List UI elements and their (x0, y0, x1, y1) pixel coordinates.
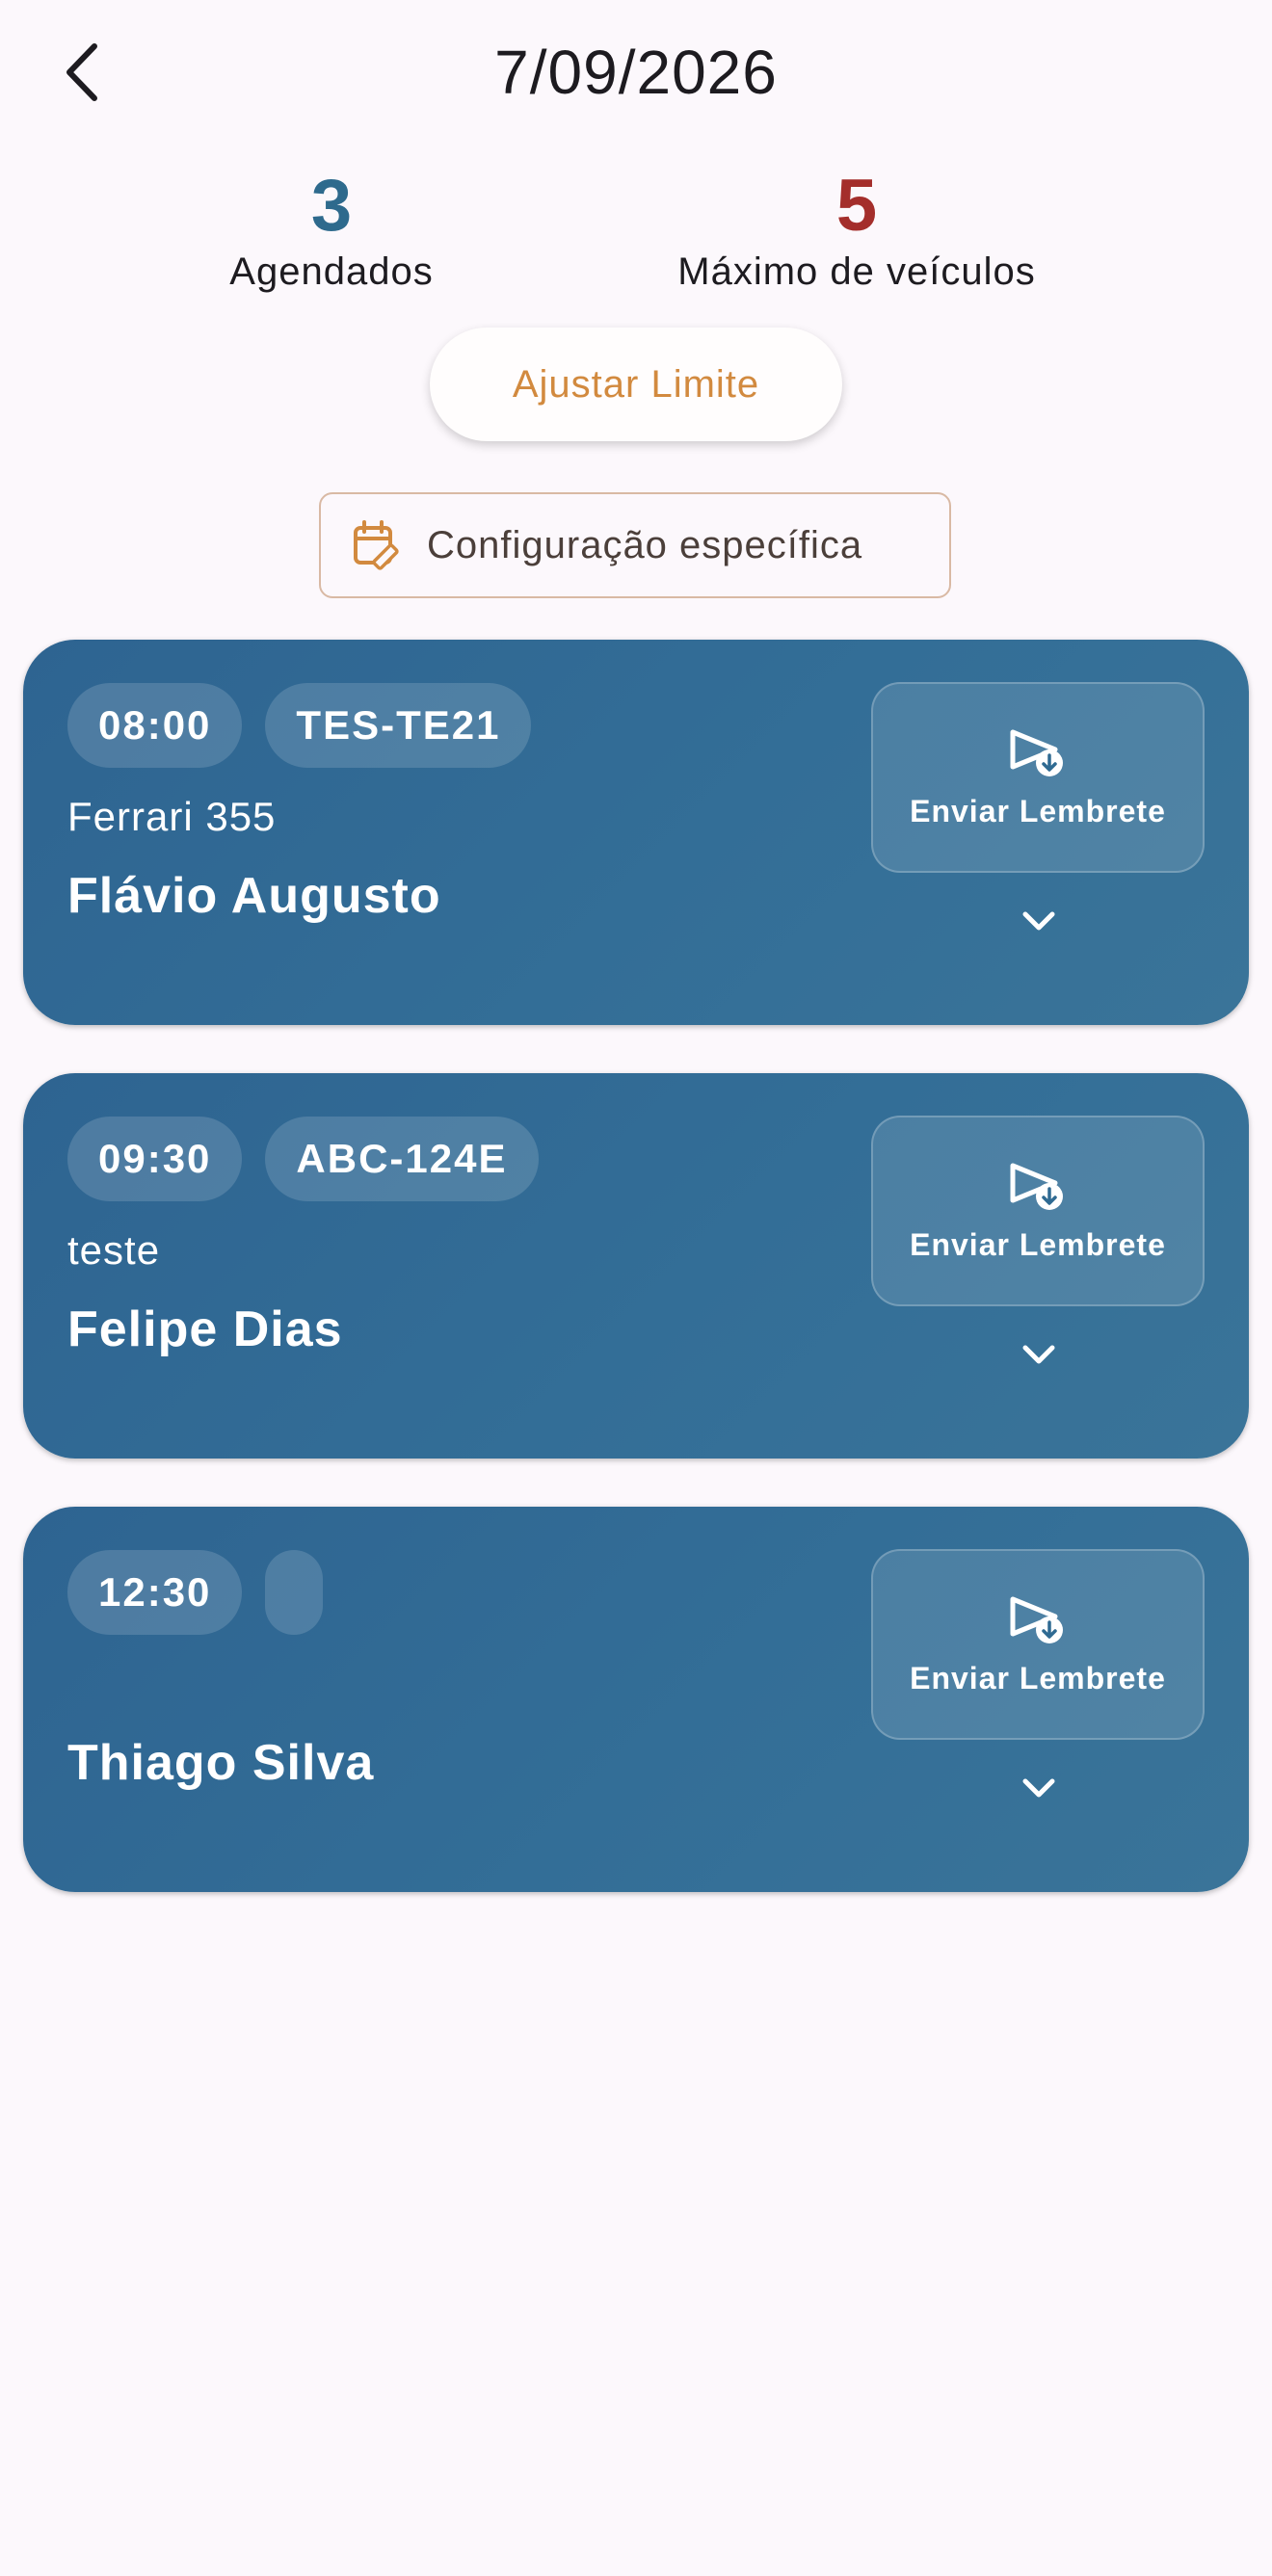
car-model: Ferrari 355 (67, 794, 277, 839)
expand-button[interactable] (1006, 892, 1072, 950)
time-chip: 08:00 (67, 683, 243, 768)
max-vehicles-stat: 5 Máximo de veículos (677, 162, 1035, 294)
calendar-edit-icon (352, 519, 400, 571)
specific-config-button[interactable]: Configuração específica (319, 492, 951, 598)
expand-button[interactable] (1006, 1759, 1072, 1817)
plate-chip: ABC-124E (265, 1117, 539, 1201)
page-title: 7/09/2026 (494, 38, 778, 107)
send-reminder-label: Enviar Lembrete (910, 793, 1166, 828)
send-reminder-button[interactable]: Enviar Lembrete (871, 682, 1205, 873)
chevron-down-icon (1022, 1778, 1055, 1798)
client-name: Felipe Dias (67, 1301, 343, 1357)
send-download-icon (1010, 1596, 1063, 1643)
appointment-card[interactable]: 08:00 TES-TE21 Ferrari 355 Flávio August… (23, 640, 1249, 1025)
plate-chip: TES-TE21 (265, 683, 532, 768)
scheduled-label: Agendados (229, 250, 434, 293)
client-name: Thiago Silva (67, 1735, 375, 1791)
scheduled-count: 3 (310, 165, 353, 247)
time-chip: 12:30 (67, 1550, 243, 1635)
car-model: teste (67, 1227, 161, 1273)
max-vehicles-count: 5 (835, 165, 878, 247)
plate-chip (265, 1550, 324, 1635)
client-name: Flávio Augusto (67, 868, 441, 924)
appointment-card[interactable]: 09:30 ABC-124E teste Felipe Dias Enviar … (23, 1073, 1249, 1459)
send-reminder-button[interactable]: Enviar Lembrete (871, 1549, 1205, 1740)
send-download-icon (1010, 729, 1063, 776)
specific-config-label: Configuração específica (427, 523, 863, 566)
adjust-limit-button[interactable]: Ajustar Limite (430, 328, 842, 441)
max-vehicles-label: Máximo de veículos (677, 250, 1036, 293)
appointment-card[interactable]: 12:30 Thiago Silva Enviar Lembrete (23, 1507, 1249, 1892)
send-download-icon (1010, 1163, 1063, 1210)
send-reminder-label: Enviar Lembrete (910, 1226, 1166, 1262)
scheduled-stat: 3 Agendados (229, 162, 433, 294)
time-chip: 09:30 (67, 1117, 243, 1201)
expand-button[interactable] (1006, 1326, 1072, 1383)
chevron-down-icon (1022, 1345, 1055, 1364)
chevron-down-icon (1022, 911, 1055, 931)
send-reminder-label: Enviar Lembrete (910, 1660, 1166, 1695)
send-reminder-button[interactable]: Enviar Lembrete (871, 1116, 1205, 1306)
